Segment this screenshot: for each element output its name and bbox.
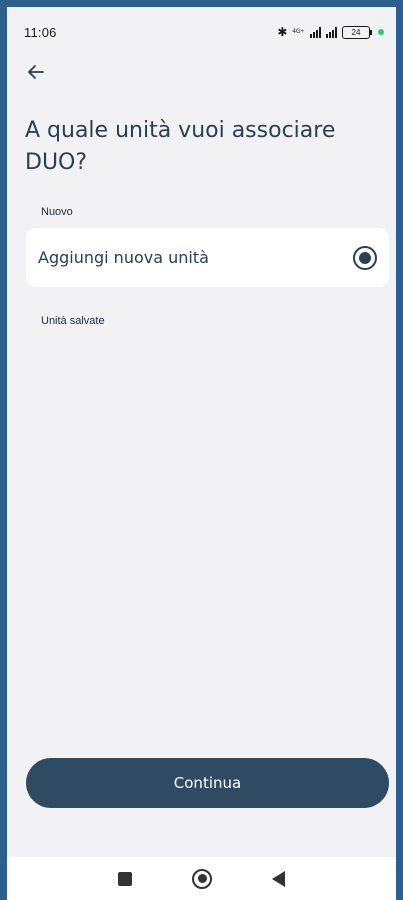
radio-dot-icon: [359, 251, 371, 264]
signal-icon: [310, 26, 321, 38]
status-icons: ✱ 4G+ 24: [277, 25, 384, 39]
radio-button-selected[interactable]: [353, 245, 377, 270]
battery-icon: 24: [342, 25, 372, 39]
network-type: 4G+: [292, 29, 304, 35]
section-label-saved: Unità salvate: [41, 315, 105, 327]
signal-icon-secondary: [326, 26, 337, 38]
system-nav-bar: [7, 857, 396, 900]
section-label-new: Nuovo: [41, 206, 73, 218]
status-time: 11:06: [24, 24, 57, 40]
new-unit-option[interactable]: Aggiungi nuova unità: [26, 228, 389, 287]
page-title: A quale unità vuoi associare DUO?: [25, 118, 336, 175]
back-icon[interactable]: [272, 870, 285, 887]
home-icon[interactable]: [192, 868, 212, 889]
status-bar: 11:06 ✱ 4G+ 24: [7, 7, 396, 57]
privacy-indicator-dot: [378, 29, 384, 35]
arrow-left-icon: [28, 65, 44, 79]
bluetooth-icon: ✱: [277, 25, 288, 39]
back-button[interactable]: [24, 60, 48, 84]
new-unit-option-label: Aggiungi nuova unità: [38, 248, 209, 267]
continue-button[interactable]: Continua: [26, 758, 389, 808]
battery-level: 24: [351, 27, 361, 37]
recents-icon[interactable]: [118, 871, 132, 886]
